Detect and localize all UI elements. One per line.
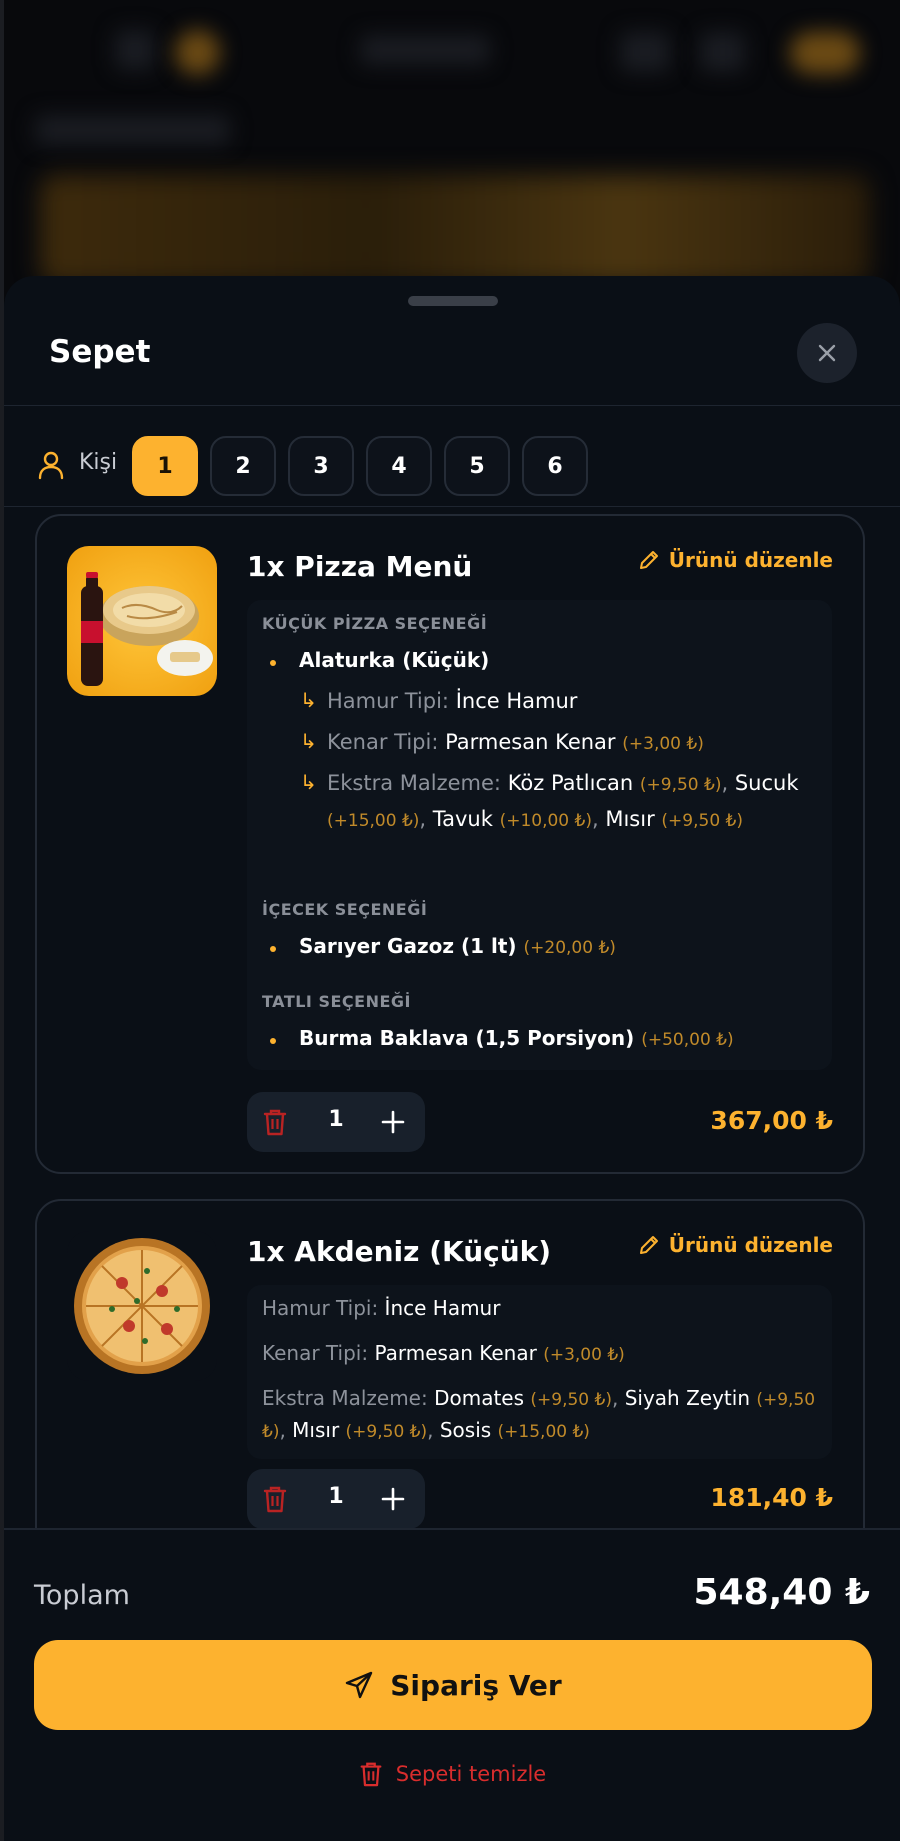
section-heading: TATLI SEÇENEĞİ <box>262 992 411 1011</box>
quantity-stepper: 1 <box>247 1469 425 1529</box>
option-detail: Hamur Tipi: İnce Hamur <box>327 689 578 713</box>
edit-item-link[interactable]: Ürünü düzenle <box>637 548 833 572</box>
item-options: Hamur Tipi: İnce Hamur Kenar Tipi: Parme… <box>247 1285 832 1459</box>
bullet <box>270 946 276 952</box>
quantity-value: 1 <box>328 1484 344 1509</box>
person-count-6[interactable]: 6 <box>522 436 588 496</box>
person-count-4[interactable]: 4 <box>366 436 432 496</box>
total-value: 548,40 ₺ <box>693 1572 870 1613</box>
pizza-image <box>67 1231 217 1381</box>
option-name: Alaturka (Küçük) <box>299 648 490 672</box>
item-options: KÜÇÜK PİZZA SEÇENEĞİ Alaturka (Küçük) ↳ … <box>247 600 832 1070</box>
x-icon <box>818 344 836 362</box>
plus-icon[interactable] <box>380 1109 406 1135</box>
bullet <box>270 1038 276 1044</box>
item-title: 1x Pizza Menü <box>247 550 473 583</box>
drag-handle[interactable] <box>408 296 498 306</box>
person-label: Kişi <box>79 450 118 475</box>
cart-item: 1x Pizza Menü Ürünü düzenle KÜÇÜK PİZZA … <box>35 514 865 1174</box>
person-count-1[interactable]: 1 <box>132 436 198 496</box>
item-price: 181,40 ₺ <box>710 1483 833 1512</box>
send-icon <box>346 1671 373 1699</box>
cart-sheet: Sepet Kişi 1 2 3 4 5 6 1x Pizza Menü Ürü… <box>4 276 900 1841</box>
section-heading: İÇECEK SEÇENEĞİ <box>262 900 428 919</box>
sub-arrow-icon: ↳ <box>300 688 317 712</box>
person-selector: Kişi 1 2 3 4 5 6 <box>4 424 900 506</box>
option-name: Sarıyer Gazoz (1 lt) (+20,00 ₺) <box>299 934 616 958</box>
item-price: 367,00 ₺ <box>710 1106 833 1135</box>
person-count-5[interactable]: 5 <box>444 436 510 496</box>
option-detail: Kenar Tipi: Parmesan Kenar (+3,00 ₺) <box>327 730 704 754</box>
clear-cart-button[interactable]: Sepeti temizle <box>4 1760 900 1788</box>
quantity-stepper: 1 <box>247 1092 425 1152</box>
edit-item-link[interactable]: Ürünü düzenle <box>637 1233 833 1257</box>
place-order-button[interactable]: Sipariş Ver <box>34 1640 872 1730</box>
section-heading: KÜÇÜK PİZZA SEÇENEĞİ <box>262 614 488 633</box>
option-name: Burma Baklava (1,5 Porsiyon) (+50,00 ₺) <box>299 1026 734 1050</box>
pencil-icon <box>639 1236 658 1254</box>
person-count-3[interactable]: 3 <box>288 436 354 496</box>
user-icon <box>38 451 64 480</box>
person-count-2[interactable]: 2 <box>210 436 276 496</box>
plus-icon[interactable] <box>380 1486 406 1512</box>
option-detail: Kenar Tipi: Parmesan Kenar (+3,00 ₺) <box>262 1341 625 1365</box>
item-title: 1x Akdeniz (Küçük) <box>247 1235 552 1268</box>
clear-cart-label: Sepeti temizle <box>395 1762 547 1786</box>
place-order-label: Sipariş Ver <box>390 1668 562 1702</box>
option-detail: Ekstra Malzeme: Köz Patlıcan (+9,50 ₺), … <box>327 771 799 831</box>
trash-icon <box>360 1762 382 1787</box>
trash-icon[interactable] <box>261 1484 289 1514</box>
sub-arrow-icon: ↳ <box>300 729 317 753</box>
trash-icon[interactable] <box>261 1107 289 1137</box>
sheet-title: Sepet <box>49 334 151 370</box>
sub-arrow-icon: ↳ <box>300 770 317 794</box>
divider <box>4 405 900 406</box>
total-label: Toplam <box>34 1580 130 1611</box>
option-detail: Hamur Tipi: İnce Hamur <box>262 1296 501 1320</box>
bullet <box>270 660 276 666</box>
background-page <box>0 0 900 300</box>
cart-footer: Toplam 548,40 ₺ Sipariş Ver Sepeti temiz… <box>4 1528 900 1841</box>
edit-item-label: Ürünü düzenle <box>668 548 833 572</box>
quantity-value: 1 <box>328 1107 344 1132</box>
edit-item-label: Ürünü düzenle <box>668 1233 833 1257</box>
close-button[interactable] <box>797 323 857 383</box>
option-detail: Ekstra Malzeme: Domates (+9,50 ₺), Siyah… <box>262 1386 816 1442</box>
pizza-menu-image <box>67 546 217 696</box>
pencil-icon <box>639 551 658 569</box>
